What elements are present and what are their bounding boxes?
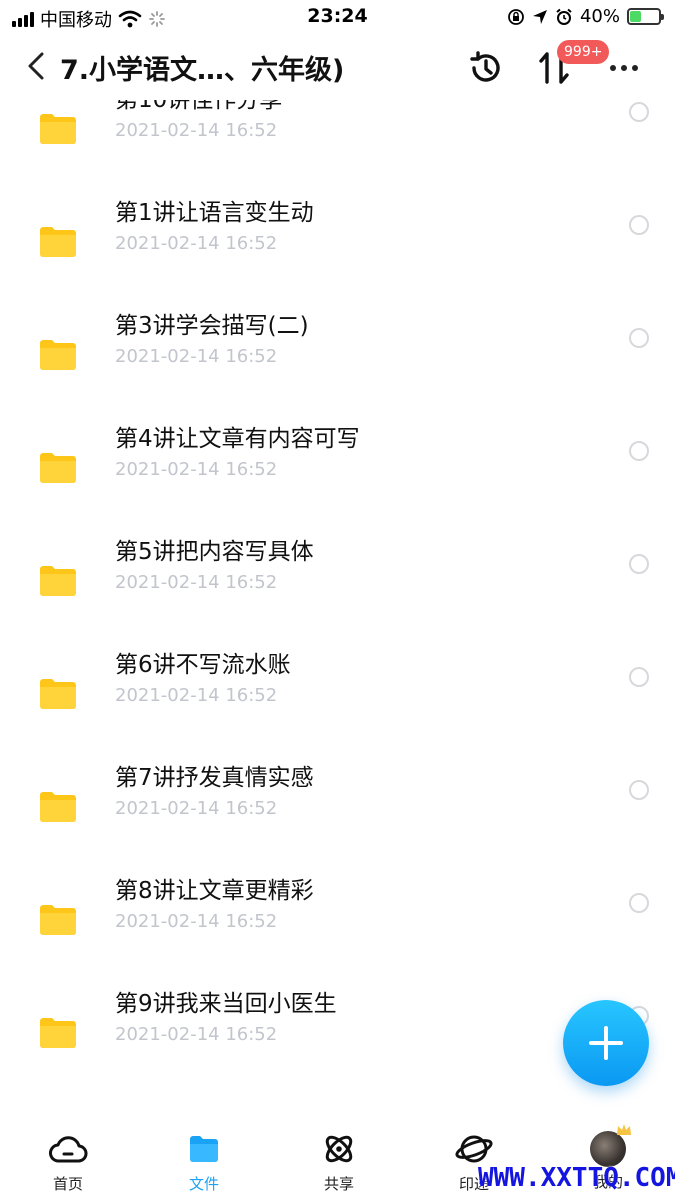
avatar	[590, 1124, 631, 1167]
select-checkbox[interactable]	[629, 554, 649, 574]
tab-home[interactable]: 首页	[18, 1129, 118, 1199]
battery-percent: 40%	[579, 6, 620, 27]
plus-icon	[589, 1026, 623, 1060]
tab-label: 首页	[52, 1175, 83, 1193]
folder-name: 第1讲让语言变生动	[115, 200, 314, 226]
folder-name: 第4讲让文章有内容可写	[115, 426, 360, 452]
folder-name: 第3讲学会描写(二)	[115, 313, 309, 339]
folder-icon	[40, 114, 76, 144]
folder-icon	[40, 905, 76, 935]
folder-row[interactable]: 第3讲学会描写(二) 2021-02-14 16:52	[0, 304, 675, 417]
tab-label: 文件	[188, 1175, 219, 1193]
folder-date: 2021-02-14 16:52	[115, 911, 278, 932]
folder-name: 第5讲把内容写具体	[115, 539, 314, 565]
folder-date: 2021-02-14 16:52	[115, 685, 278, 706]
watermark: WWW.XXTTQ.COM	[478, 1163, 675, 1193]
battery-fill	[630, 11, 642, 22]
back-button[interactable]	[18, 46, 54, 86]
folder-row[interactable]: 第7讲抒发真情实感 2021-02-14 16:52	[0, 756, 675, 869]
folder-date: 2021-02-14 16:52	[115, 233, 278, 254]
folder-icon	[40, 340, 76, 370]
rotation-lock-icon	[508, 8, 524, 25]
folder-icon	[190, 1136, 218, 1162]
folder-icon	[40, 566, 76, 596]
folder-date: 2021-02-14 16:52	[115, 120, 278, 141]
folder-date: 2021-02-14 16:52	[115, 572, 278, 593]
atom-icon	[325, 1135, 353, 1163]
more-dot	[610, 65, 616, 71]
more-button[interactable]	[604, 52, 644, 84]
folder-name: 第6讲不写流水账	[115, 652, 291, 678]
folder-icon	[40, 453, 76, 483]
notification-badge: 999+	[557, 40, 610, 64]
status-bar: 中国移动 23:24 40%	[0, 0, 675, 36]
folder-row[interactable]: 第8讲让文章更精彩 2021-02-14 16:52	[0, 869, 675, 982]
cloud-icon	[49, 1136, 88, 1163]
select-checkbox[interactable]	[629, 893, 649, 913]
status-right: 40%	[507, 6, 664, 27]
folder-date: 2021-02-14 16:52	[115, 798, 278, 819]
select-checkbox[interactable]	[629, 102, 649, 122]
page-title: 7.小学语文…、六年级)	[60, 55, 345, 86]
more-dot	[632, 65, 638, 71]
history-button[interactable]	[466, 48, 506, 88]
folder-name: 第10讲佳作分享	[115, 100, 283, 113]
folder-row[interactable]: 第6讲不写流水账 2021-02-14 16:52	[0, 643, 675, 756]
tab-files[interactable]: 文件	[154, 1129, 254, 1199]
file-list: 第10讲佳作分享 2021-02-14 16:52 第1讲让语言变生动 2021-02…	[0, 100, 675, 1115]
select-checkbox[interactable]	[629, 215, 649, 235]
more-dot	[621, 65, 627, 71]
folder-icon	[40, 1018, 76, 1048]
chevron-left-icon	[28, 52, 44, 80]
folder-name: 第9讲我来当回小医生	[115, 991, 337, 1017]
nav-bar: 7.小学语文…、六年级) 999+	[0, 36, 675, 100]
select-checkbox[interactable]	[629, 667, 649, 687]
folder-row[interactable]: 第5讲把内容写具体 2021-02-14 16:52	[0, 530, 675, 643]
folder-name: 第8讲让文章更精彩	[115, 878, 314, 904]
folder-name: 第7讲抒发真情实感	[115, 765, 314, 791]
battery-icon	[627, 8, 664, 25]
folder-date: 2021-02-14 16:52	[115, 1024, 278, 1045]
folder-date: 2021-02-14 16:52	[115, 459, 278, 480]
history-icon	[470, 51, 500, 82]
location-icon	[532, 9, 547, 24]
select-checkbox[interactable]	[629, 328, 649, 348]
tab-label: 共享	[323, 1175, 354, 1193]
folder-row[interactable]: 第10讲佳作分享 2021-02-14 16:52	[0, 100, 675, 191]
select-checkbox[interactable]	[629, 780, 649, 800]
crown-icon	[617, 1124, 631, 1135]
select-checkbox[interactable]	[629, 441, 649, 461]
alarm-icon	[556, 8, 572, 25]
folder-icon	[40, 227, 76, 257]
folder-icon	[40, 792, 76, 822]
add-button[interactable]	[563, 1000, 649, 1086]
folder-icon	[40, 679, 76, 709]
folder-row[interactable]: 第4讲让文章有内容可写 2021-02-14 16:52	[0, 417, 675, 530]
tab-share[interactable]: 共享	[289, 1129, 389, 1199]
folder-date: 2021-02-14 16:52	[115, 346, 278, 367]
folder-row[interactable]: 第1讲让语言变生动 2021-02-14 16:52	[0, 191, 675, 304]
